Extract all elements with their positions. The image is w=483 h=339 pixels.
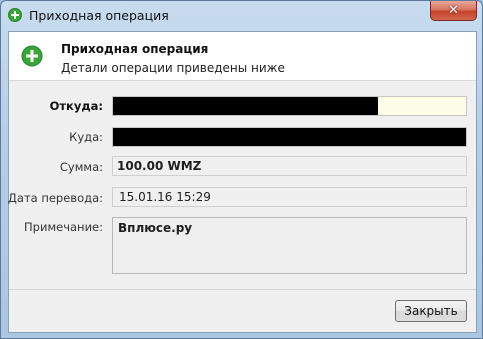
to-label: Куда:: [69, 130, 103, 144]
redacted-block: [113, 97, 378, 115]
window-title: Приходная операция: [29, 8, 169, 23]
header-subtitle: Детали операции приведены ниже: [61, 61, 285, 75]
amount-label: Сумма:: [59, 160, 103, 174]
to-field[interactable]: [112, 127, 467, 147]
plus-circle-icon: [8, 8, 22, 22]
redacted-block: [113, 128, 466, 146]
note-field[interactable]: Вплюсе.ру: [112, 217, 467, 274]
date-field[interactable]: 15.01.16 15:29: [112, 187, 467, 207]
from-field[interactable]: [112, 96, 467, 116]
title-bar[interactable]: Приходная операция ✕: [1, 1, 482, 31]
header-title: Приходная операция: [61, 42, 209, 56]
note-label: Примечание:: [24, 220, 103, 234]
dialog-header: Приходная операция Детали операции приве…: [9, 32, 476, 81]
date-label: Дата перевода:: [7, 191, 103, 205]
plus-circle-icon: [21, 45, 43, 67]
from-label: Откуда:: [49, 99, 103, 113]
window-close-button[interactable]: ✕: [430, 1, 477, 21]
amount-field[interactable]: 100.00 WMZ: [112, 156, 467, 176]
footer-divider: [9, 289, 476, 290]
dialog-window: Приходная операция ✕ Приходная операция …: [0, 0, 483, 339]
dialog-content: Приходная операция Детали операции приве…: [8, 31, 477, 333]
close-button[interactable]: Закрыть: [395, 300, 467, 322]
close-icon: ✕: [448, 3, 459, 18]
